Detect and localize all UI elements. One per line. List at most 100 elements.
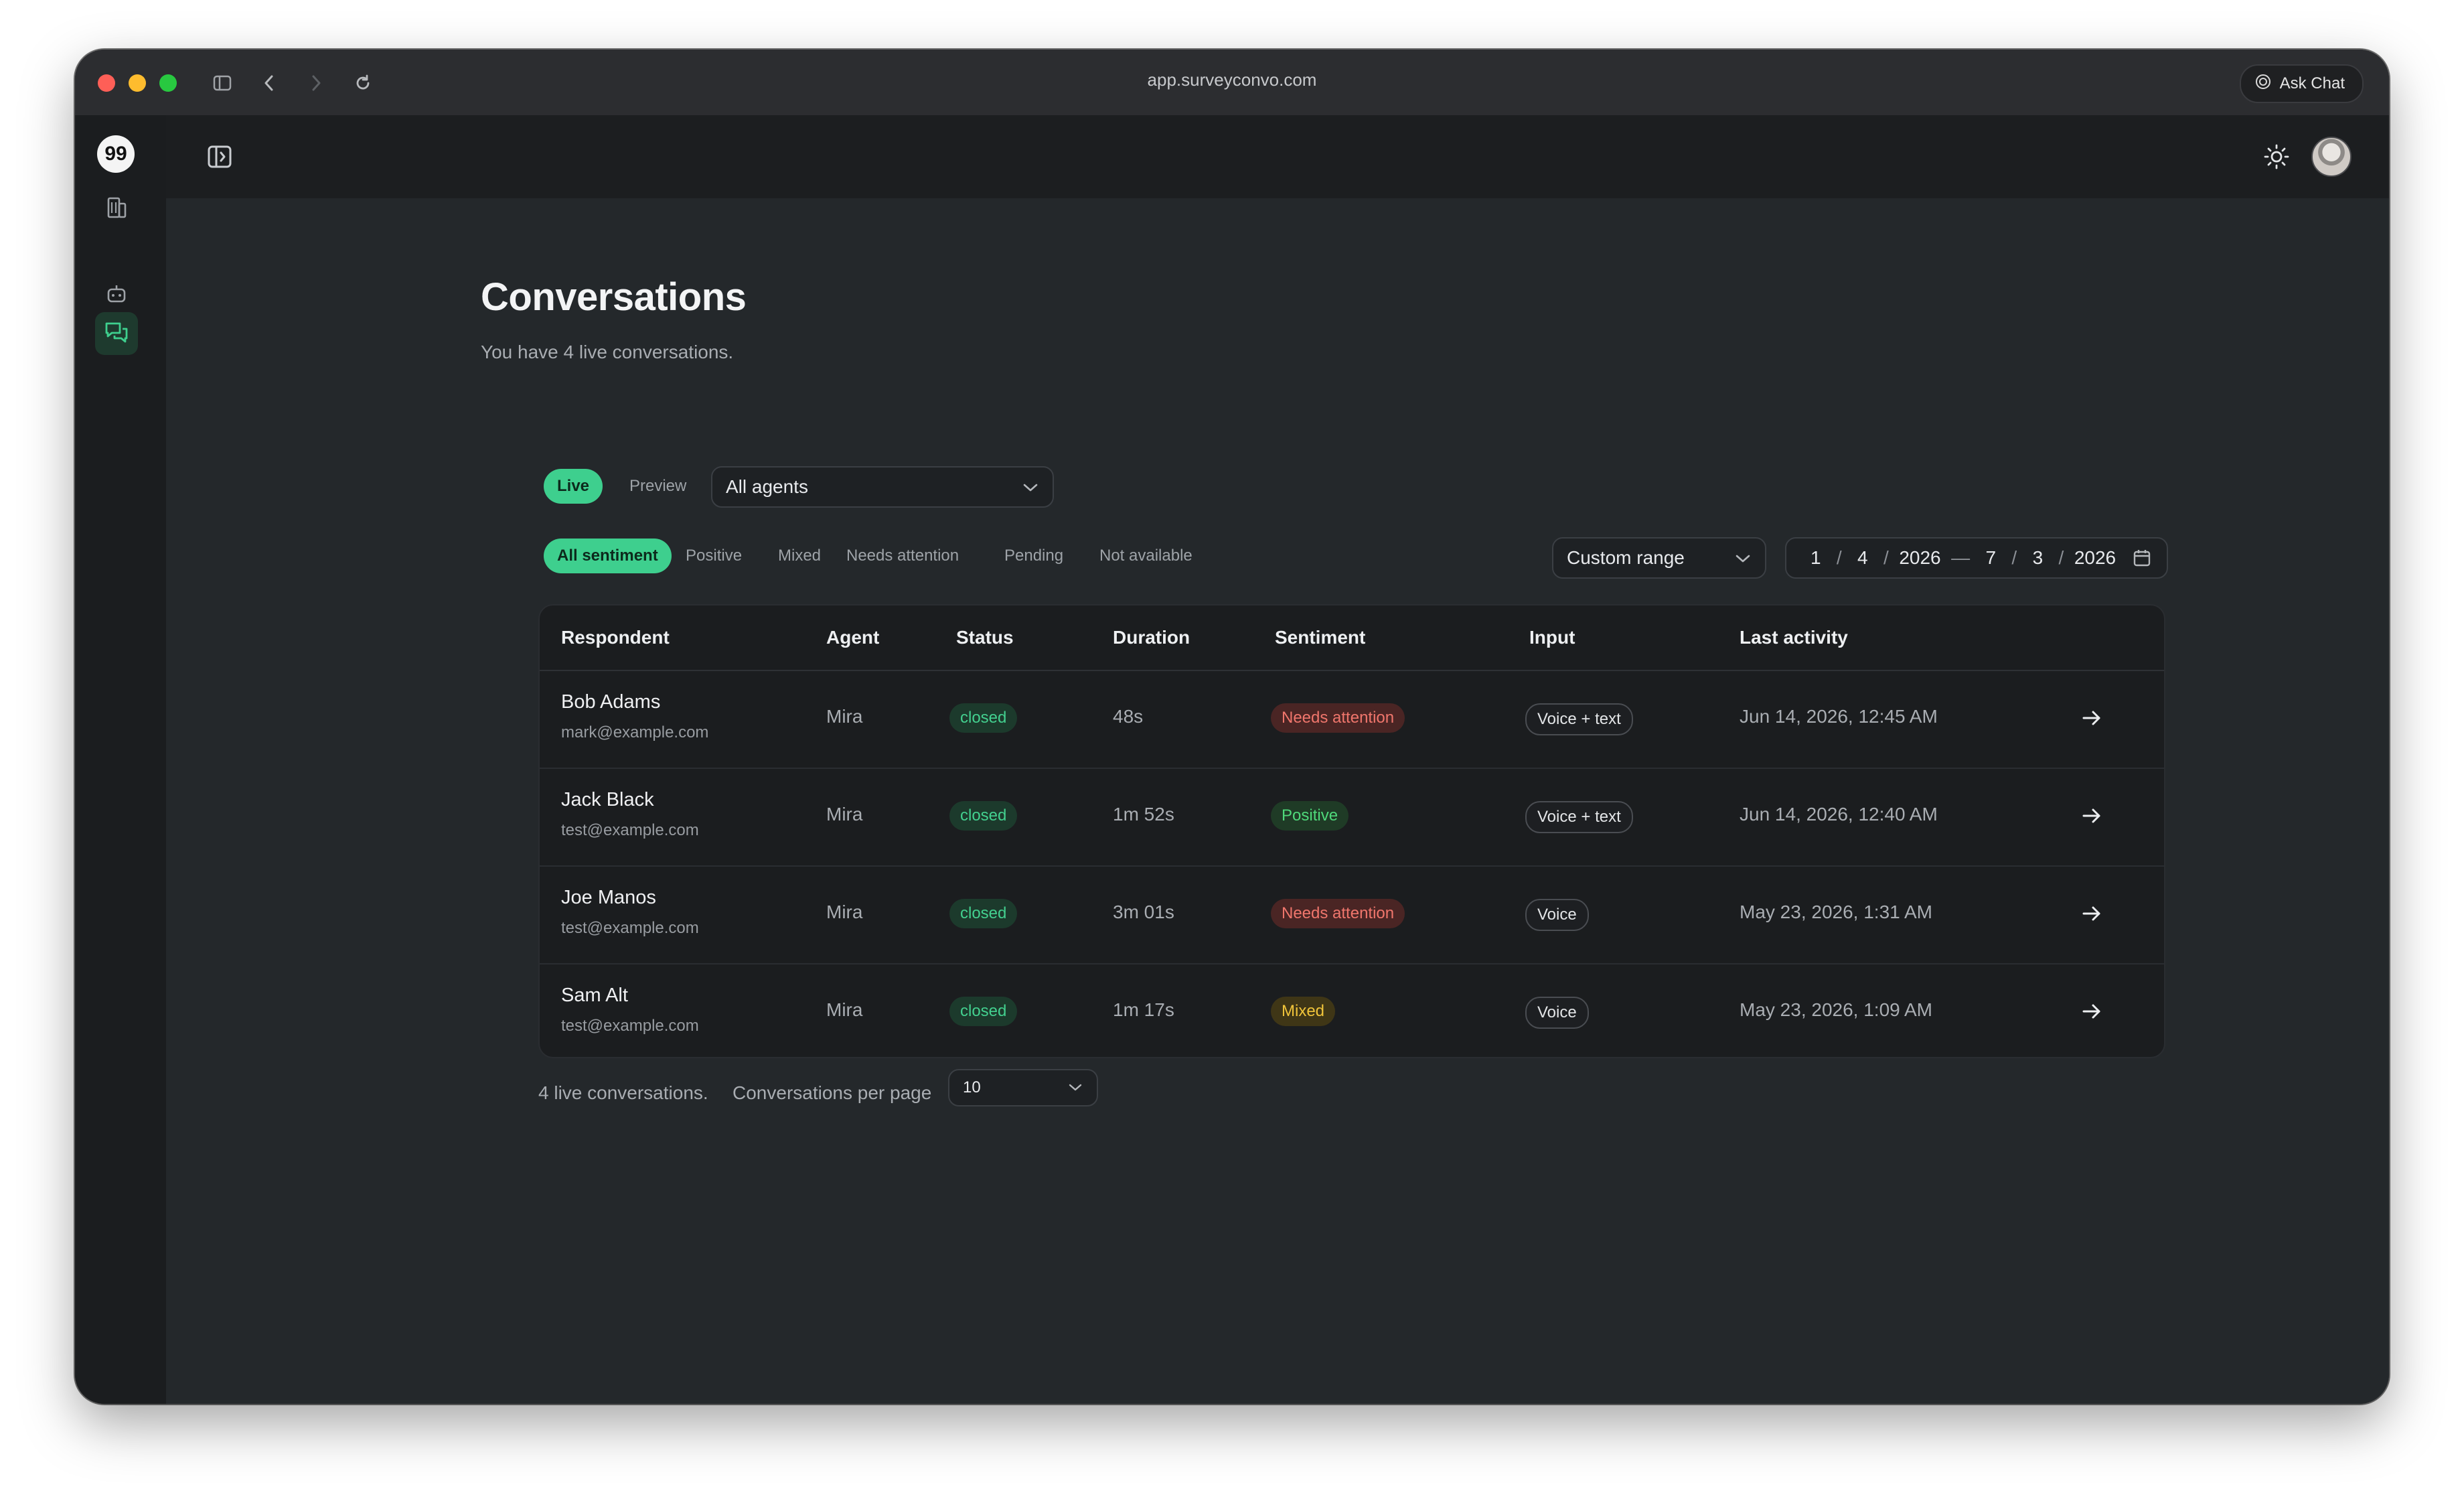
last-activity: Jun 14, 2026, 12:40 AM <box>1740 804 1938 825</box>
last-activity: May 23, 2026, 1:09 AM <box>1740 999 1932 1020</box>
respondent-email: test@example.com <box>561 919 699 937</box>
app-sidebar: 99 <box>75 115 167 1404</box>
conversations-table: Respondent Agent Status Duration Sentime… <box>538 604 2165 1058</box>
table-row[interactable]: Jack Black test@example.com Mira closed … <box>540 768 2164 867</box>
calendar-icon[interactable] <box>2132 548 2152 568</box>
agent-name: Mira <box>826 804 863 825</box>
panel-toggle-icon[interactable] <box>206 143 233 173</box>
status-badge: closed <box>949 997 1018 1026</box>
filter-all-sentiment[interactable]: All sentiment <box>544 539 672 573</box>
respondent-name: Jack Black <box>561 789 654 810</box>
theme-toggle-sun-icon[interactable] <box>2263 143 2290 173</box>
conversation-count: 4 live conversations. <box>538 1082 708 1103</box>
arrow-right-icon[interactable] <box>2078 900 2105 927</box>
start-month[interactable]: 1 <box>1811 547 1821 569</box>
duration: 48s <box>1113 706 1144 727</box>
start-day[interactable]: 4 <box>1857 547 1868 569</box>
browser-window: app.surveyconvo.com Ask Chat 99 Conversa… <box>75 50 2389 1404</box>
duration: 3m 01s <box>1113 902 1174 922</box>
last-activity: May 23, 2026, 1:31 AM <box>1740 902 1932 922</box>
agent-name: Mira <box>826 999 863 1020</box>
respondent-name: Sam Alt <box>561 985 628 1006</box>
column-status: Status <box>956 627 1014 648</box>
chat-bubbles-icon <box>102 318 131 350</box>
respondent-email: test@example.com <box>561 1017 699 1035</box>
end-day[interactable]: 3 <box>2033 547 2044 569</box>
column-duration: Duration <box>1113 627 1190 648</box>
filter-positive[interactable]: Positive <box>672 539 755 573</box>
chevron-down-icon <box>1067 1078 1083 1097</box>
agent-name: Mira <box>826 902 863 922</box>
range-select-value: Custom range <box>1567 547 1685 568</box>
date-separator: / <box>1996 547 2033 568</box>
range-select[interactable]: Custom range <box>1552 537 1766 579</box>
column-respondent: Respondent <box>561 627 670 648</box>
date-range-picker[interactable]: 1 / 4 / 2026 — 7 / 3 / 2026 <box>1785 537 2168 579</box>
agent-select-value: All agents <box>726 476 808 497</box>
column-agent: Agent <box>826 627 880 648</box>
arrow-right-icon[interactable] <box>2078 705 2105 731</box>
column-sentiment: Sentiment <box>1275 627 1366 648</box>
address-bar[interactable]: app.surveyconvo.com <box>75 70 2389 90</box>
app-logo[interactable]: 99 <box>97 135 135 173</box>
app-header <box>166 115 2389 200</box>
building-icon <box>103 194 130 224</box>
duration: 1m 52s <box>1113 804 1174 825</box>
tab-preview[interactable]: Preview <box>616 469 700 504</box>
respondent-name: Joe Manos <box>561 887 656 908</box>
duration: 1m 17s <box>1113 999 1174 1020</box>
start-year[interactable]: 2026 <box>1899 547 1940 569</box>
column-input: Input <box>1529 627 1575 648</box>
page-subtitle: You have 4 live conversations. <box>481 342 734 362</box>
sentiment-badge: Positive <box>1271 801 1349 831</box>
ask-chat-label: Ask Chat <box>2279 74 2345 92</box>
table-row[interactable]: Bob Adams mark@example.com Mira closed 4… <box>540 670 2164 769</box>
end-year[interactable]: 2026 <box>2074 547 2116 569</box>
input-badge: Voice <box>1525 899 1589 931</box>
respondent-email: test@example.com <box>561 821 699 839</box>
chevron-down-icon <box>1734 547 1752 569</box>
user-avatar[interactable] <box>2311 137 2352 177</box>
status-badge: closed <box>949 801 1018 831</box>
sentiment-badge: Needs attention <box>1271 899 1405 928</box>
filter-not-available[interactable]: Not available <box>1086 539 1206 573</box>
sidebar-item-agents[interactable] <box>95 273 138 316</box>
end-month[interactable]: 7 <box>1986 547 1997 569</box>
per-page-value: 10 <box>963 1078 981 1096</box>
sentiment-badge: Needs attention <box>1271 703 1405 733</box>
sidebar-item-organization[interactable] <box>95 188 138 230</box>
chat-gpt-icon <box>2254 73 2272 95</box>
range-dash: — <box>1940 547 1986 568</box>
status-badge: closed <box>949 703 1018 733</box>
per-page-select[interactable]: 10 <box>948 1069 1098 1106</box>
sentiment-badge: Mixed <box>1271 997 1336 1026</box>
browser-titlebar: app.surveyconvo.com Ask Chat <box>75 50 2389 117</box>
bot-icon <box>103 280 130 310</box>
column-last-activity: Last activity <box>1740 627 1848 648</box>
status-badge: closed <box>949 899 1018 928</box>
input-badge: Voice + text <box>1525 801 1633 833</box>
ask-chat-button[interactable]: Ask Chat <box>2239 64 2364 103</box>
chevron-down-icon <box>1022 476 1039 498</box>
respondent-email: mark@example.com <box>561 723 709 741</box>
arrow-right-icon[interactable] <box>2078 802 2105 829</box>
date-separator: / <box>1821 547 1858 568</box>
table-row[interactable]: Joe Manos test@example.com Mira closed 3… <box>540 865 2164 964</box>
agent-select[interactable]: All agents <box>711 466 1054 508</box>
last-activity: Jun 14, 2026, 12:45 AM <box>1740 706 1938 727</box>
table-row[interactable]: Sam Alt test@example.com Mira closed 1m … <box>540 963 2164 1057</box>
filter-pending[interactable]: Pending <box>991 539 1077 573</box>
agent-name: Mira <box>826 706 863 727</box>
per-page-label: Conversations per page <box>733 1082 932 1103</box>
input-badge: Voice <box>1525 997 1589 1029</box>
arrow-right-icon[interactable] <box>2078 998 2105 1025</box>
filter-mixed[interactable]: Mixed <box>765 539 834 573</box>
filter-needs-attention[interactable]: Needs attention <box>833 539 972 573</box>
table-header: Respondent Agent Status Duration Sentime… <box>540 605 2164 671</box>
tab-live[interactable]: Live <box>544 469 603 504</box>
page-title: Conversations <box>481 275 747 319</box>
input-badge: Voice + text <box>1525 703 1633 735</box>
date-separator: / <box>2043 547 2074 568</box>
date-separator: / <box>1867 547 1900 568</box>
sidebar-item-conversations[interactable] <box>95 312 138 355</box>
